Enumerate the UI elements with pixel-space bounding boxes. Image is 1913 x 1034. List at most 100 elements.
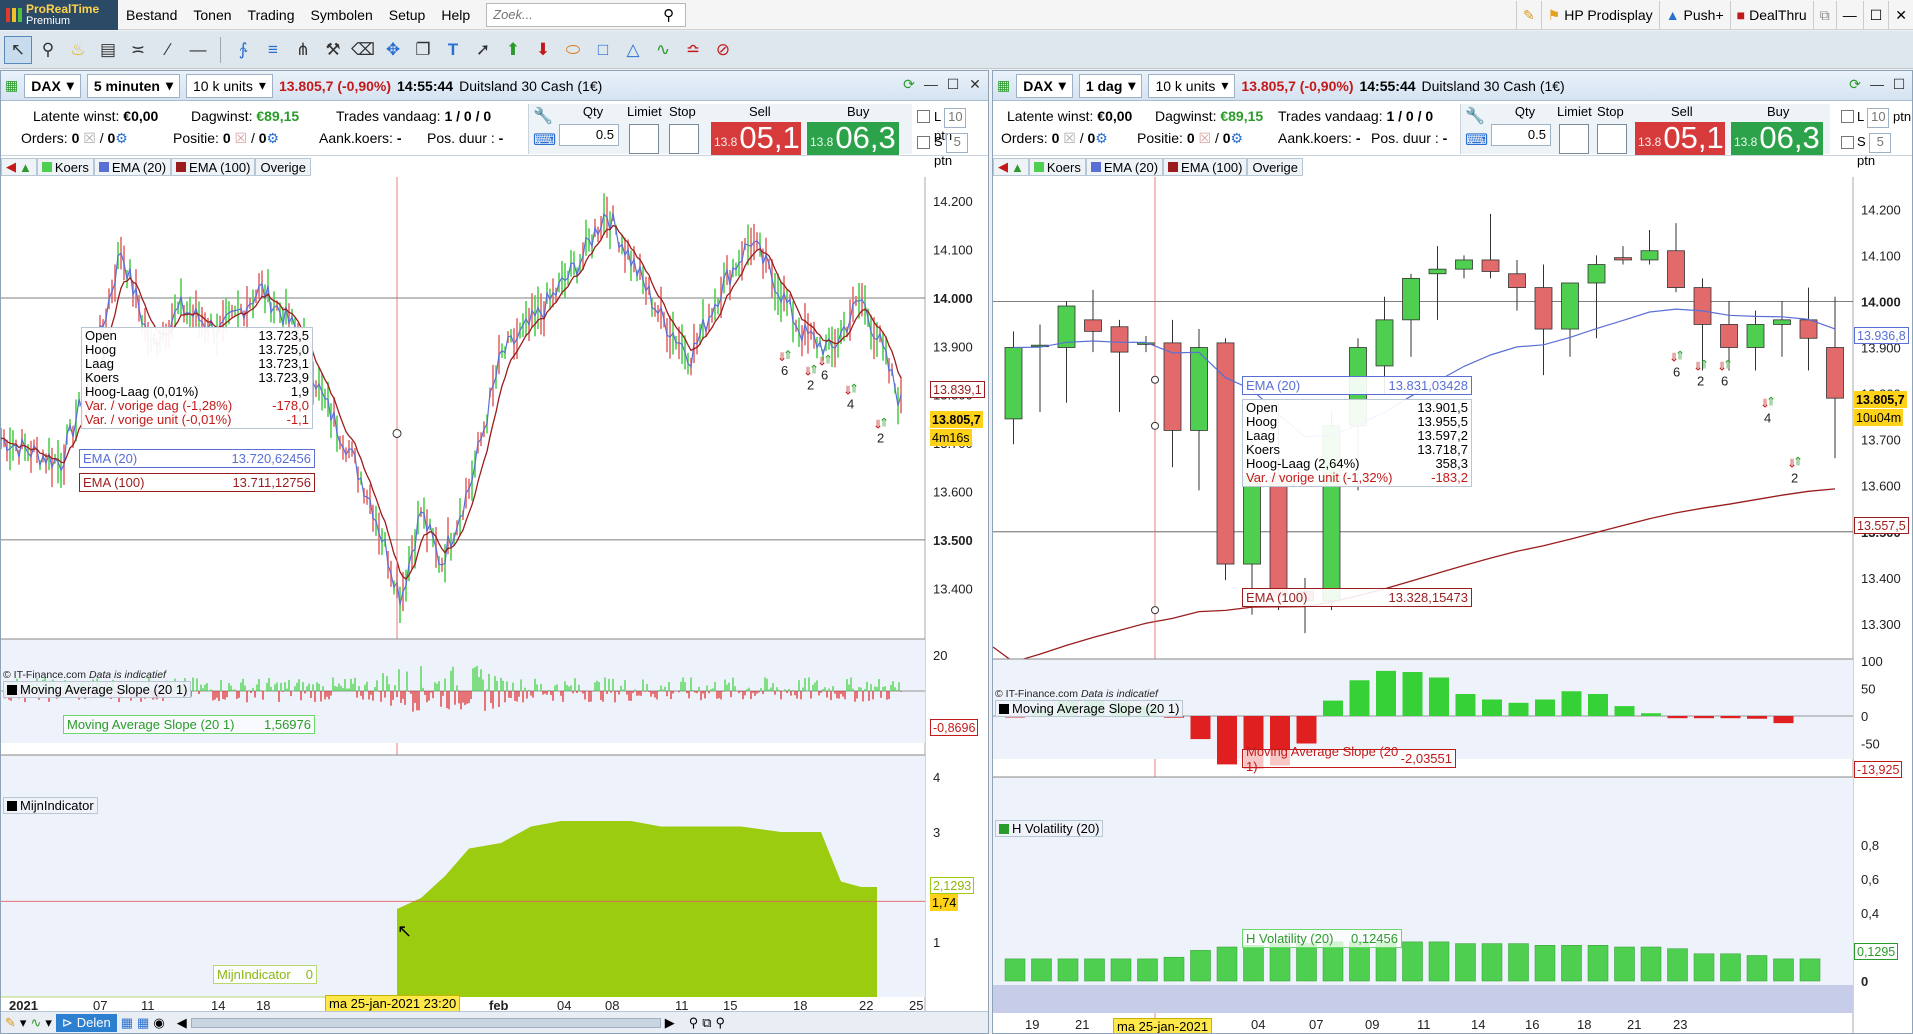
positie-close-icon[interactable]: ☒ <box>235 130 248 146</box>
alert-bell-icon[interactable]: ♨ <box>64 36 92 64</box>
wave-icon[interactable]: ∿ <box>649 36 677 64</box>
text-icon[interactable]: T <box>439 36 467 64</box>
orders-label[interactable]: Orders: 0 ☒ / 0⚙ <box>1001 130 1108 147</box>
refresh-icon[interactable]: ⟳ <box>1846 75 1864 93</box>
menu-symbolen[interactable]: Symbolen <box>302 7 380 23</box>
units-selector[interactable]: 10 k units ▾ <box>185 73 273 98</box>
search-icon[interactable]: ⚲ <box>663 6 674 24</box>
orders-cancel-icon[interactable]: ☒ <box>83 130 96 146</box>
trash-icon[interactable]: ⌫ <box>349 36 377 64</box>
copy-icon[interactable]: ❐ <box>409 36 437 64</box>
legend-ema20[interactable]: EMA (20) <box>93 158 172 176</box>
maximize-icon[interactable]: ☐ <box>1890 75 1908 93</box>
limit-order-icon[interactable] <box>1559 124 1589 154</box>
wrench-icon[interactable]: 🔧 <box>533 106 553 126</box>
horizontal-line-icon[interactable]: ― <box>184 36 212 64</box>
rectangle-icon[interactable]: □ <box>589 36 617 64</box>
orders-label[interactable]: Orders: 0 ☒ / 0⚙ <box>21 130 128 147</box>
menu-setup[interactable]: Setup <box>381 7 434 23</box>
chevron-down-icon[interactable]: ▾ <box>20 1015 27 1031</box>
keyboard-icon[interactable]: ⌨ <box>533 130 556 150</box>
close-icon[interactable]: ✕ <box>966 75 984 93</box>
scroll-right-icon[interactable]: ▶ <box>665 1015 675 1031</box>
tools-icon[interactable]: ⚒ <box>319 36 347 64</box>
down-arrow-icon[interactable]: ⬇ <box>529 36 557 64</box>
symbol-selector[interactable]: DAX ▾ <box>1016 73 1073 98</box>
l-input[interactable]: 10 <box>944 108 967 128</box>
positie-label[interactable]: Positie: 0 ☒ / 0⚙ <box>1137 130 1243 147</box>
positie-settings-icon[interactable]: ⚙ <box>1231 130 1244 146</box>
l-checkbox[interactable] <box>917 110 930 123</box>
buy-button[interactable]: 13.8 06,3 <box>807 122 899 155</box>
s-input[interactable]: 5 <box>1869 133 1892 153</box>
stop-order-icon[interactable] <box>1597 124 1627 154</box>
legend-collapse[interactable]: ◀ ▲ <box>1 158 37 176</box>
search-input[interactable] <box>493 7 664 22</box>
positie-settings-icon[interactable]: ⚙ <box>267 130 280 146</box>
pencil-icon[interactable]: ✎ <box>1515 1 1541 29</box>
legend-overige[interactable]: Overige <box>1247 158 1303 176</box>
menu-tonen[interactable]: Tonen <box>185 7 239 23</box>
sell-button[interactable]: 13.8 05,1 <box>1635 122 1725 155</box>
horizontal-scrollbar[interactable] <box>190 1017 661 1028</box>
channel-icon[interactable]: ≡ <box>259 36 287 64</box>
node-icon[interactable]: ≍ <box>124 36 152 64</box>
maximize-icon[interactable]: ☐ <box>944 75 962 93</box>
stop-order-icon[interactable] <box>669 124 699 154</box>
fibonacci-icon[interactable]: ∱ <box>229 36 257 64</box>
orders-settings-icon[interactable]: ⚙ <box>1095 130 1108 146</box>
grid-icon[interactable]: ▦ <box>5 77 18 94</box>
s-checkbox[interactable] <box>917 136 930 149</box>
slope-panel-title[interactable]: Moving Average Slope (20 1) <box>995 700 1184 717</box>
camera-icon[interactable]: ◉ <box>153 1015 164 1031</box>
refresh-icon[interactable]: ⟳ <box>900 75 918 93</box>
window-minimize-icon[interactable]: — <box>1835 1 1863 29</box>
units-selector[interactable]: 10 k units ▾ <box>1148 73 1236 98</box>
export-icon[interactable]: ▦ <box>137 1015 149 1031</box>
vol-panel-title[interactable]: H Volatility (20) <box>995 820 1104 837</box>
legend-koers[interactable]: Koers <box>36 158 94 176</box>
ruler-icon[interactable]: ▤ <box>94 36 122 64</box>
keyboard-icon[interactable]: ⌨ <box>1465 130 1488 150</box>
slope-panel-title[interactable]: Moving Average Slope (20 1) <box>3 681 192 698</box>
price-chart-5min[interactable]: 14.20014.10014.00013.90013.80013.70013.6… <box>1 177 989 1013</box>
legend-collapse[interactable]: ◀ ▲ <box>993 158 1029 176</box>
buy-button[interactable]: 13.8 06,3 <box>1731 122 1823 155</box>
arrow-icon[interactable]: ➚ <box>469 36 497 64</box>
sell-button[interactable]: 13.8 05,1 <box>711 122 801 155</box>
up-arrow-icon[interactable]: ⬆ <box>499 36 527 64</box>
wrench-icon[interactable]: 🔧 <box>1465 106 1485 126</box>
pitchfork-icon[interactable]: ⋔ <box>289 36 317 64</box>
qty-input[interactable]: 0.5 <box>559 124 619 146</box>
menu-trading[interactable]: Trading <box>240 7 303 23</box>
fit-icon[interactable]: ⧉ <box>702 1015 711 1031</box>
window-restore-icon[interactable]: ⧉ <box>1812 1 1836 29</box>
search-field[interactable]: ⚲ <box>486 2 687 27</box>
legend-ema100[interactable]: EMA (100) <box>1163 158 1248 176</box>
limit-order-icon[interactable] <box>629 124 659 154</box>
orders-cancel-icon[interactable]: ☒ <box>1063 130 1076 146</box>
positie-close-icon[interactable]: ☒ <box>1199 130 1212 146</box>
minimize-icon[interactable]: — <box>1868 75 1886 93</box>
window-maximize-icon[interactable]: ☐ <box>1862 1 1889 29</box>
chevron-down-icon[interactable]: ▾ <box>45 1015 52 1031</box>
minimize-icon[interactable]: — <box>922 75 940 93</box>
legend-overige[interactable]: Overige <box>255 158 311 176</box>
legend-ema20[interactable]: EMA (20) <box>1085 158 1164 176</box>
s-checkbox[interactable] <box>1841 136 1854 149</box>
dealthru-button[interactable]: ■ DealThru <box>1729 1 1813 29</box>
zoom-out-icon[interactable]: ⚲ <box>689 1015 699 1031</box>
l-input[interactable]: 10 <box>1867 108 1890 128</box>
zoom-in-icon[interactable]: ⚲ <box>716 1015 726 1031</box>
timeframe-selector[interactable]: 5 minuten ▾ <box>86 73 180 98</box>
window-close-icon[interactable]: ✕ <box>1888 1 1913 29</box>
l-checkbox[interactable] <box>1841 110 1854 123</box>
push-button[interactable]: ▲ Push+ <box>1658 1 1730 29</box>
timeframe-selector[interactable]: 1 dag ▾ <box>1078 73 1143 98</box>
zoom-icon[interactable]: ⚲ <box>34 36 62 64</box>
legend-koers[interactable]: Koers <box>1028 158 1086 176</box>
crosshair-icon[interactable]: ✥ <box>379 36 407 64</box>
menu-help[interactable]: Help <box>433 7 478 23</box>
erase-icon[interactable]: ⊘ <box>709 36 737 64</box>
scroll-left-icon[interactable]: ◀ <box>177 1015 187 1031</box>
